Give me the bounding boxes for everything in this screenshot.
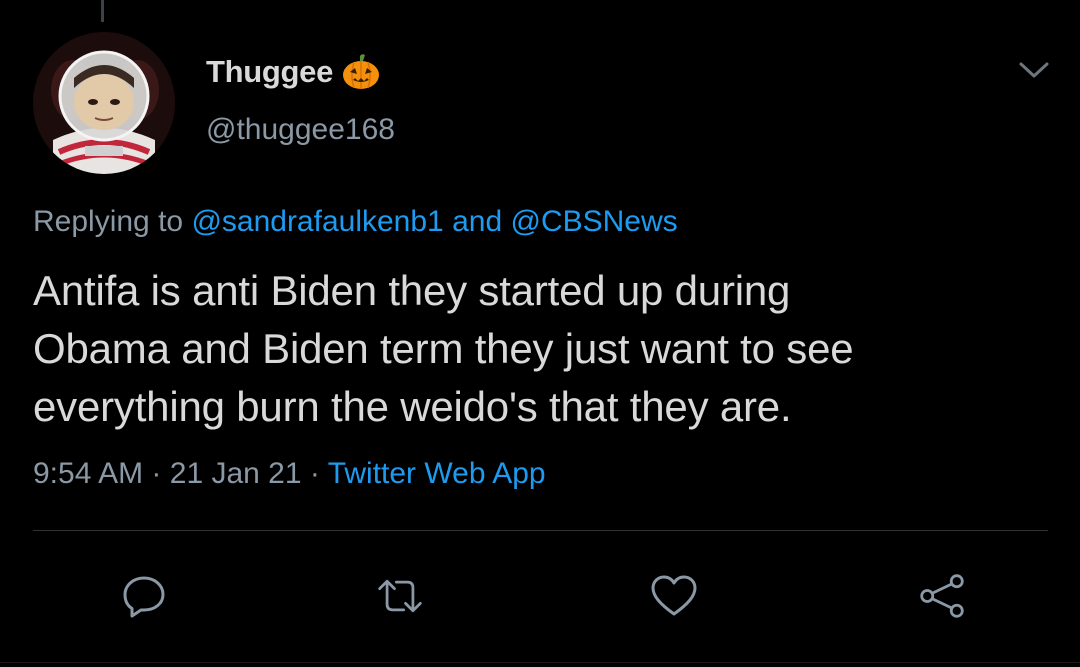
share-icon (920, 574, 964, 618)
like-icon (651, 575, 697, 616)
bottom-divider (0, 662, 1080, 663)
jack-o-lantern-icon (343, 54, 380, 89)
thread-connector-line (101, 0, 104, 22)
replying-to-label: Replying to (33, 205, 184, 238)
display-name[interactable]: Thuggee (206, 54, 333, 90)
retweet-button[interactable] (376, 572, 424, 620)
user-name-row[interactable]: Thuggee (206, 52, 381, 92)
actions-divider (33, 530, 1048, 531)
user-handle[interactable]: @thuggee168 (206, 113, 395, 147)
tweet-source-link[interactable]: Twitter Web App (328, 457, 546, 490)
retweet-icon (378, 579, 422, 613)
like-button[interactable] (650, 572, 698, 620)
reply-joiner: and (452, 205, 503, 238)
reply-button[interactable] (120, 572, 168, 620)
tweet-text: Antifa is anti Biden they started up dur… (33, 267, 854, 430)
replying-to-line: Replying to @sandrafaulkenb1 and @CBSNew… (33, 205, 678, 239)
reply-user-link-2[interactable]: @CBSNews (510, 205, 677, 238)
meta-separator-1: · (151, 457, 162, 490)
avatar-image (33, 32, 175, 174)
tweet-time[interactable]: 9:54 AM (33, 457, 143, 490)
tweet-date[interactable]: 21 Jan 21 (170, 457, 302, 490)
tweet-metadata: 9:54 AM · 21 Jan 21 · Twitter Web App (33, 457, 546, 491)
share-button[interactable] (918, 572, 966, 620)
meta-separator-2: · (309, 457, 320, 490)
chevron-down-icon[interactable] (1016, 56, 1052, 84)
reply-user-link-1[interactable]: @sandrafaulkenb1 (191, 205, 443, 238)
reply-icon (123, 576, 165, 618)
avatar[interactable] (33, 32, 175, 174)
